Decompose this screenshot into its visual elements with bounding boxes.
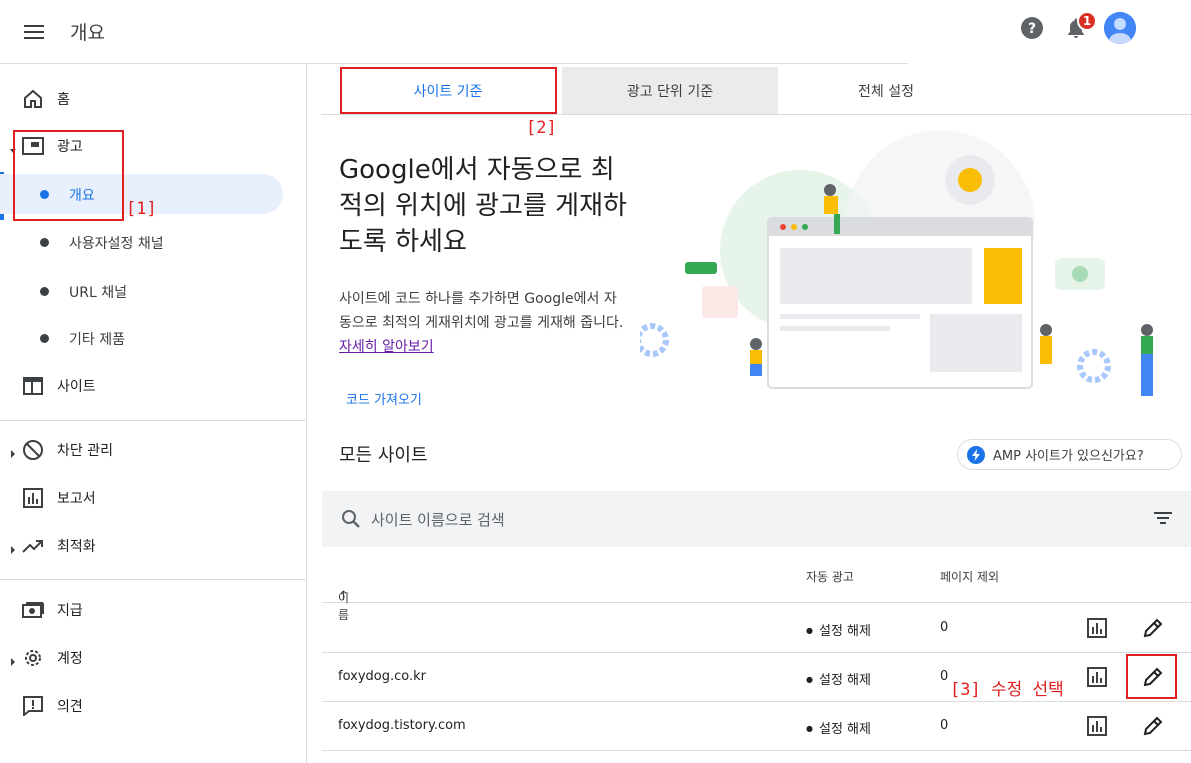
annotation-box-3 xyxy=(1126,654,1177,699)
sidebar-item-label: 보고서 xyxy=(57,491,96,507)
site-name: foxydog.tistory.com xyxy=(338,718,466,733)
report-icon[interactable] xyxy=(1087,667,1107,687)
sidebar-item-home[interactable]: 홈 xyxy=(0,79,300,119)
top-bar: 개요 ? 1 xyxy=(0,0,1191,64)
annotation-label-1: [1] xyxy=(126,199,157,219)
search-input[interactable]: 사이트 이름으로 검색 xyxy=(371,509,505,530)
sidebar-item-label: 기타 제품 xyxy=(69,332,125,348)
column-header-auto-ads: 자동 광고 xyxy=(806,570,854,584)
amp-chip-label: AMP 사이트가 있으신가요? xyxy=(993,449,1144,464)
annotation-label-3: [3] 수정 선택 xyxy=(950,675,1064,700)
edit-icon[interactable] xyxy=(1143,716,1163,736)
table-row: foxydog.tistory.com 설정 해제 0 xyxy=(322,702,1191,751)
trending-up-icon xyxy=(22,535,44,557)
bar-chart-icon xyxy=(22,487,44,509)
page-title: 개요 xyxy=(70,22,105,44)
column-header-excluded: 페이지 제외 xyxy=(940,570,1000,584)
site-search-bar[interactable]: 사이트 이름으로 검색 xyxy=(322,491,1191,547)
svg-text:?: ? xyxy=(1028,21,1036,37)
notification-badge: 1 xyxy=(1077,11,1097,31)
auto-ads-status: 설정 해제 xyxy=(806,669,871,688)
arrow-up-icon: ↑ xyxy=(338,589,349,604)
annotation-box-1 xyxy=(13,130,124,221)
sidebar-item-blocking[interactable]: 차단 관리 xyxy=(0,430,300,470)
edit-icon[interactable] xyxy=(1143,618,1163,638)
caret-right-icon xyxy=(10,446,16,458)
help-icon[interactable]: ? xyxy=(1021,17,1043,39)
sites-icon xyxy=(22,375,44,397)
payments-icon xyxy=(22,599,44,621)
filter-icon[interactable] xyxy=(1153,510,1173,528)
block-icon xyxy=(22,439,44,461)
sidebar-item-label: 계정 xyxy=(57,651,83,667)
home-icon xyxy=(22,88,44,110)
sidebar-item-optimization[interactable]: 최적화 xyxy=(0,526,300,566)
sidebar-item-label: 의견 xyxy=(57,699,83,715)
sidebar-item-label: 최적화 xyxy=(57,539,96,555)
annotation-label-2: [2] xyxy=(526,118,557,138)
table-header: 이름 ↑ 자동 광고 페이지 제외 xyxy=(322,547,1191,622)
learn-more-link[interactable]: 자세히 알아보기 xyxy=(339,339,434,355)
hero-description: 사이트에 코드 하나를 추가하면 Google에서 자동으로 최적의 게재위치에… xyxy=(339,291,624,355)
caret-right-icon xyxy=(10,542,16,554)
annotation-box-2 xyxy=(340,67,557,114)
sidebar-item-payments[interactable]: 지급 xyxy=(0,590,300,630)
avatar[interactable] xyxy=(1104,12,1136,44)
table-row: 설정 해제 0 xyxy=(322,604,1191,653)
search-icon xyxy=(340,508,362,530)
sidebar-subitem-url-channels[interactable]: URL 채널 xyxy=(0,271,283,311)
hero-illustration xyxy=(635,130,1185,405)
sidebar-item-sites[interactable]: 사이트 xyxy=(0,366,300,406)
sidebar-item-label: 홈 xyxy=(57,92,70,108)
lightning-icon xyxy=(967,445,985,464)
sidebar-item-label: 차단 관리 xyxy=(57,443,113,459)
site-name: foxydog.co.kr xyxy=(338,669,426,684)
report-icon[interactable] xyxy=(1087,618,1107,638)
sidebar-item-label: 지급 xyxy=(57,603,83,619)
report-icon[interactable] xyxy=(1087,716,1107,736)
sidebar-item-label: URL 채널 xyxy=(69,285,127,301)
auto-ads-status: 설정 해제 xyxy=(806,718,871,737)
sidebar-item-reports[interactable]: 보고서 xyxy=(0,478,300,518)
sidebar-subitem-other-products[interactable]: 기타 제품 xyxy=(0,318,283,358)
sidebar-item-feedback[interactable]: 의견 xyxy=(0,686,300,726)
excluded-count: 0 xyxy=(940,620,949,635)
sidebar-item-label: 사이트 xyxy=(57,379,96,395)
menu-icon[interactable] xyxy=(18,16,50,48)
excluded-count: 0 xyxy=(940,718,949,733)
feedback-icon xyxy=(22,695,44,717)
get-code-button[interactable]: 코드 가져오기 xyxy=(346,389,422,408)
sidebar-subitem-custom-channels[interactable]: 사용자설정 채널 xyxy=(0,222,283,262)
sidebar-item-account[interactable]: 계정 xyxy=(0,638,300,678)
sidebar-item-label: 사용자설정 채널 xyxy=(69,236,164,252)
tab-by-ad-unit[interactable]: 광고 단위 기준 xyxy=(562,67,778,115)
hero-title: Google에서 자동으로 최적의 위치에 광고를 게재하도록 하세요 xyxy=(339,155,627,257)
tab-global-settings[interactable]: 전체 설정 xyxy=(778,67,994,115)
auto-ads-status: 설정 해제 xyxy=(806,620,871,639)
caret-right-icon xyxy=(10,654,16,666)
amp-sites-chip[interactable]: AMP 사이트가 있으신가요? xyxy=(957,439,1182,470)
section-title: 모든 사이트 xyxy=(339,445,428,466)
excluded-count: 0 xyxy=(940,669,949,684)
gear-icon xyxy=(22,647,44,669)
